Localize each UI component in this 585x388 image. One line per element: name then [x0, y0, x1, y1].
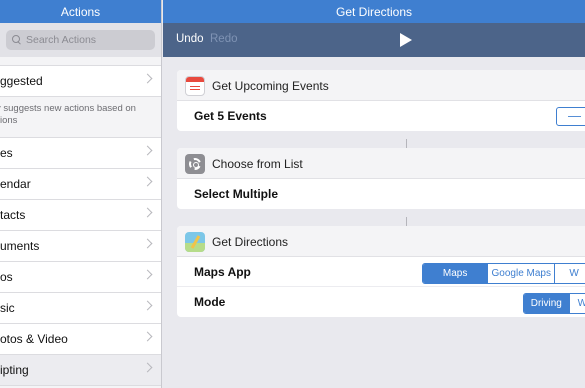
sidebar-item-label: ggested	[0, 74, 43, 88]
redo-button[interactable]: Redo	[210, 33, 238, 45]
action-card-choose-from-list[interactable]: Choose from List Select Multiple	[177, 148, 585, 209]
sidebar-item-label: endar	[0, 177, 31, 191]
sidebar-item-maps[interactable]: os	[0, 262, 161, 293]
chevron-right-icon	[142, 269, 153, 280]
segment-google-maps[interactable]: Google Maps	[487, 264, 555, 283]
sidebar-item-documents[interactable]: uments	[0, 231, 161, 262]
segment-driving[interactable]: Driving	[524, 294, 569, 313]
card-title: Choose from List	[212, 157, 303, 171]
chevron-right-icon	[142, 176, 153, 187]
chevron-right-icon	[142, 238, 153, 249]
chevron-right-icon	[142, 362, 153, 373]
search-input[interactable]: Search Actions	[6, 30, 155, 50]
calendar-icon	[185, 76, 205, 96]
undo-button[interactable]: Undo	[176, 33, 204, 45]
sidebar-item-label: ipting	[0, 363, 29, 377]
workflow-editor: Get Directions Undo Redo Get Upcoming Ev…	[163, 0, 585, 388]
chevron-right-icon	[142, 331, 153, 342]
card-header: Choose from List	[177, 148, 585, 179]
action-card-get-directions[interactable]: Get Directions Maps App Maps Google Maps…	[177, 226, 585, 317]
maps-icon	[185, 232, 205, 252]
card-header: Get Upcoming Events	[177, 70, 585, 101]
card-header: Get Directions	[177, 226, 585, 257]
event-count-stepper[interactable]: —	[556, 107, 585, 126]
search-bar: Search Actions	[0, 23, 161, 57]
sidebar-item-apps[interactable]: es	[0, 138, 161, 169]
row-label: Select Multiple	[194, 187, 279, 201]
sidebar-item-photos-video[interactable]: otos & Video	[0, 324, 161, 355]
sidebar-item-label: sic	[0, 301, 15, 315]
sidebar-item-label: os	[0, 270, 13, 284]
play-icon[interactable]	[400, 33, 412, 47]
gear-icon	[185, 154, 205, 174]
sidebar-item-label: tacts	[0, 208, 26, 222]
action-card-get-upcoming-events[interactable]: Get Upcoming Events Get 5 Events —	[177, 70, 585, 131]
row-label: Get 5 Events	[194, 109, 267, 123]
segment-w[interactable]: W	[568, 294, 585, 313]
row-label: Maps App	[194, 265, 251, 279]
segment-maps[interactable]: Maps	[423, 264, 488, 283]
card-title: Get Upcoming Events	[212, 79, 329, 93]
sidebar-title: Actions	[0, 0, 161, 23]
card-row-mode: Mode Driving W	[177, 287, 585, 317]
suggested-note-line-1: y suggests new actions based on	[0, 103, 136, 114]
row-label: Mode	[194, 295, 226, 309]
chevron-right-icon	[142, 207, 153, 218]
chevron-right-icon	[142, 145, 153, 156]
card-row-get-events: Get 5 Events —	[177, 101, 585, 131]
connector-line	[406, 139, 407, 148]
card-row-maps-app: Maps App Maps Google Maps W	[177, 257, 585, 287]
suggested-note-line-2: ions	[0, 115, 18, 126]
sidebar-item-contacts[interactable]: tacts	[0, 200, 161, 231]
suggested-note: y suggests new actions based on ions	[0, 97, 161, 137]
sidebar-item-calendar[interactable]: endar	[0, 169, 161, 200]
sidebar-item-music[interactable]: sic	[0, 293, 161, 324]
sidebar-item-label: uments	[0, 239, 40, 253]
search-icon	[12, 35, 22, 45]
connector-line	[406, 217, 407, 226]
page-title: Get Directions	[163, 0, 585, 23]
maps-app-segmented-control: Maps Google Maps W	[422, 263, 585, 284]
mode-segmented-control: Driving W	[523, 293, 585, 314]
segment-w[interactable]: W	[554, 264, 585, 283]
toolbar: Undo Redo	[163, 23, 585, 57]
card-row-select-multiple: Select Multiple	[177, 179, 585, 209]
chevron-right-icon	[142, 300, 153, 311]
sidebar-item-label: es	[0, 146, 13, 160]
sidebar-item-scripting[interactable]: ipting	[0, 355, 161, 386]
search-placeholder: Search Actions	[26, 34, 97, 46]
category-list: es endar tacts uments os sic otos & Vide…	[0, 137, 161, 386]
sidebar-item-label: otos & Video	[0, 332, 68, 346]
workflow-canvas: Get Upcoming Events Get 5 Events — Choos…	[163, 57, 585, 388]
sidebar-item-suggested[interactable]: ggested	[0, 65, 161, 97]
chevron-right-icon	[142, 73, 153, 84]
card-title: Get Directions	[212, 235, 289, 249]
actions-sidebar: Actions Search Actions ggested y suggest…	[0, 0, 162, 388]
app-window: Actions Search Actions ggested y suggest…	[0, 0, 585, 388]
